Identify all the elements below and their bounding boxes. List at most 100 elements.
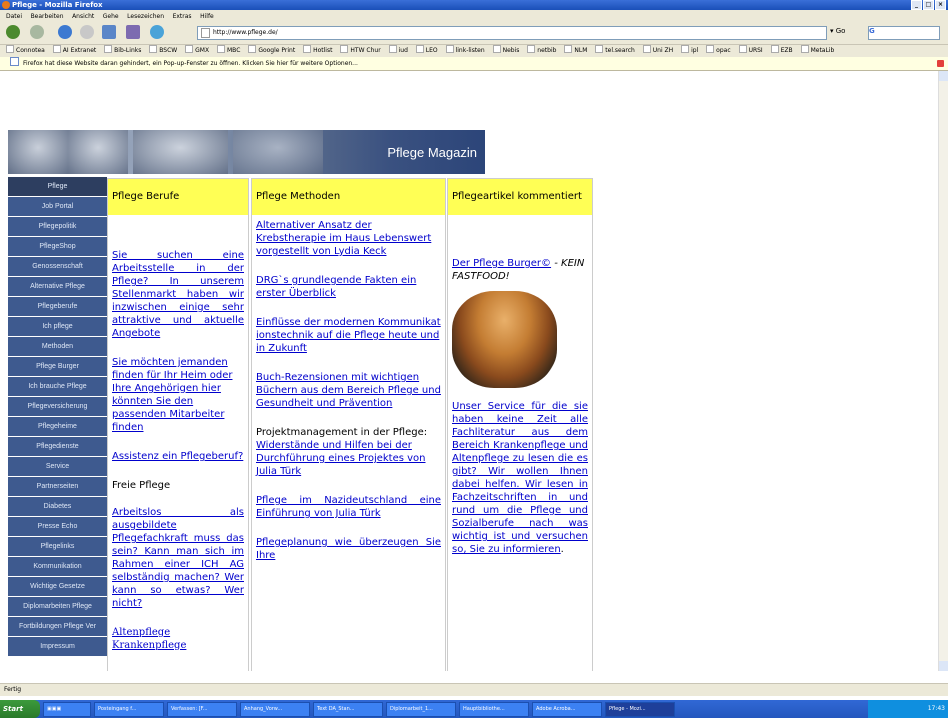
sidebar-item-alternative-pflege[interactable]: Alternative Pflege: [8, 277, 107, 296]
menu-hilfe[interactable]: Hilfe: [200, 13, 214, 20]
bookmark-item[interactable]: MBC: [217, 47, 240, 54]
sidebar-item-pflegeshop[interactable]: PflegeShop: [8, 237, 107, 256]
sidebar-item-pflegeversicherung[interactable]: Pflegeversicherung: [8, 397, 107, 416]
sidebar-item-methoden[interactable]: Methoden: [8, 337, 107, 356]
sidebar-item-pflege-burger[interactable]: Pflege Burger: [8, 357, 107, 376]
menu-datei[interactable]: Datei: [6, 13, 22, 20]
taskbar-item[interactable]: Posteingang f...: [94, 701, 164, 717]
sidebar-item-presse-echo[interactable]: Presse Echo: [8, 517, 107, 536]
service-link[interactable]: Unser Service für die sie haben keine Ze…: [452, 401, 588, 555]
taskbar-item[interactable]: Verfassen: [F...: [167, 701, 237, 717]
menu-gehe[interactable]: Gehe: [103, 13, 119, 20]
sidebar-item-ich-brauche-pflege[interactable]: Ich brauche Pflege: [8, 377, 107, 396]
sidebar-item-ich-pflege[interactable]: Ich pflege: [8, 317, 107, 336]
bookmark-item[interactable]: URSI: [739, 47, 763, 54]
bookmark-item[interactable]: Uni ZH: [643, 47, 673, 54]
krebstherapie-link[interactable]: Alternativer Ansatz der Krebstherapie im…: [256, 220, 431, 257]
bookmark-item[interactable]: iud: [389, 47, 408, 54]
sidebar-item-diplomarbeiten[interactable]: Diplomarbeiten Pflege: [8, 597, 107, 616]
menu-lesezeichen[interactable]: Lesezeichen: [127, 13, 164, 20]
bookmark-item[interactable]: Connotea: [6, 47, 45, 54]
sidebar-item-genossenschaft[interactable]: Genossenschaft: [8, 257, 107, 276]
start-button[interactable]: Start: [0, 700, 40, 718]
sidebar-item-pflegelinks[interactable]: Pflegelinks: [8, 537, 107, 556]
sidebar-item-fortbildungen[interactable]: Fortbildungen Pflege Ver: [8, 617, 107, 636]
taskbar-item[interactable]: Hauptbibliothe...: [459, 701, 529, 717]
close-popup-bar-icon[interactable]: [937, 60, 944, 67]
status-text: Fertig: [4, 686, 22, 693]
scroll-up-icon[interactable]: [939, 71, 948, 81]
bookmark-icon[interactable]: [126, 25, 140, 39]
bookmark-item[interactable]: BSCW: [149, 47, 177, 54]
bookmark-item[interactable]: Hotlist: [303, 47, 332, 54]
projektmanagement-link[interactable]: Widerstände und Hilfen bei der Durchführ…: [256, 440, 426, 477]
pflegeplanung-link[interactable]: Pflegeplanung wie überzeugen Sie Ihre: [256, 537, 441, 561]
home-icon[interactable]: [150, 25, 164, 39]
go-button[interactable]: ▾ Go: [830, 27, 845, 35]
clock: 17:43: [927, 705, 945, 712]
banner-photo: [133, 130, 228, 174]
vertical-scrollbar[interactable]: [938, 71, 948, 671]
back-icon[interactable]: [6, 25, 20, 39]
sidebar-item-pflegeheime[interactable]: Pflegeheime: [8, 417, 107, 436]
popup-blocked-bar[interactable]: Firefox hat diese Website daran gehinder…: [0, 57, 948, 71]
search-box[interactable]: G: [868, 26, 940, 40]
bookmark-item[interactable]: opac: [706, 47, 730, 54]
bookmark-item[interactable]: GMX: [185, 47, 209, 54]
scroll-down-icon[interactable]: [939, 661, 948, 671]
bookmark-item[interactable]: AI Extranet: [53, 47, 96, 54]
assistenz-link[interactable]: Assistenz ein Pflegeberuf?: [112, 451, 243, 462]
minimize-button[interactable]: _: [911, 0, 922, 10]
bookmark-item[interactable]: HTW Chur: [340, 47, 380, 54]
drg-link[interactable]: DRG`s grundlegende Fakten ein erster Übe…: [256, 275, 416, 299]
pflege-burger-link[interactable]: Der Pflege Burger©: [452, 258, 551, 269]
taskbar-item[interactable]: Anhang_Vorw...: [240, 701, 310, 717]
taskbar-item-active[interactable]: Pflege - Mozi...: [605, 701, 675, 717]
stellenmarkt-link[interactable]: Sie suchen eine Arbeitsstelle in der Pfl…: [112, 250, 244, 339]
buch-rezensionen-link[interactable]: Buch-Rezensionen mit wichtigen Büchern a…: [256, 372, 441, 409]
bookmark-item[interactable]: Bib-Links: [104, 47, 141, 54]
ich-ag-link[interactable]: Arbeitslos als ausgebildete Pflegefachkr…: [112, 507, 244, 609]
bookmark-item[interactable]: netbib: [527, 47, 556, 54]
maximize-button[interactable]: □: [923, 0, 934, 10]
bookmark-item[interactable]: link-listen: [446, 47, 485, 54]
bookmark-item[interactable]: Nebis: [493, 47, 520, 54]
sidebar-item-impressum[interactable]: Impressum: [8, 637, 107, 656]
menu-ansicht[interactable]: Ansicht: [72, 13, 94, 20]
stop-icon[interactable]: [80, 25, 94, 39]
bookmark-item[interactable]: LEO: [416, 47, 438, 54]
taskbar-item[interactable]: Adobe Acroba...: [532, 701, 602, 717]
sidebar-item-diabetes[interactable]: Diabetes: [8, 497, 107, 516]
bookmark-item[interactable]: EZB: [771, 47, 793, 54]
taskbar-item[interactable]: Text DA_Stan...: [313, 701, 383, 717]
sidebar-item-pflegeberufe[interactable]: Pflegeberufe: [8, 297, 107, 316]
bookmark-item[interactable]: tel.search: [595, 47, 635, 54]
bookmark-item[interactable]: ipl: [681, 47, 698, 54]
altenpflege-link[interactable]: Altenpflege Krankenpflege: [112, 627, 186, 651]
close-button[interactable]: ×: [935, 0, 946, 10]
bookmark-item[interactable]: NLM: [564, 47, 587, 54]
menu-extras[interactable]: Extras: [173, 13, 192, 20]
taskbar-item[interactable]: Diplomarbeit_1...: [386, 701, 456, 717]
url-bar[interactable]: http://www.pflege.de/: [197, 26, 827, 40]
sidebar-item-kommunikation[interactable]: Kommunikation: [8, 557, 107, 576]
tool-icon[interactable]: [102, 25, 116, 39]
popup-notice-text: Firefox hat diese Website daran gehinder…: [23, 60, 358, 67]
sidebar-item-wichtige-gesetze[interactable]: Wichtige Gesetze: [8, 577, 107, 596]
nazideutschland-link[interactable]: Pflege im Nazideutschland eine Einführun…: [256, 495, 441, 519]
bookmark-item[interactable]: Google Print: [248, 47, 295, 54]
reload-icon[interactable]: [58, 25, 72, 39]
quicklaunch-icons[interactable]: ▣▣▣: [43, 701, 91, 717]
menu-bearbeiten[interactable]: Bearbeiten: [31, 13, 64, 20]
sidebar-item-service[interactable]: Service: [8, 457, 107, 476]
sidebar-item-pflege[interactable]: Pflege: [8, 177, 107, 196]
kommunikationstechnik-link[interactable]: Einflüsse der modernen Kommunikationstec…: [256, 317, 441, 354]
sidebar-item-pflegepolitik[interactable]: Pflegepolitik: [8, 217, 107, 236]
bookmark-item[interactable]: MetaLib: [801, 47, 835, 54]
mitarbeiter-finden-link[interactable]: Sie möchten jemanden finden für Ihr Heim…: [112, 357, 232, 433]
burger-image[interactable]: [452, 291, 557, 388]
sidebar-item-pflegedienste[interactable]: Pflegedienste: [8, 437, 107, 456]
forward-icon[interactable]: [30, 25, 44, 39]
sidebar-item-job-portal[interactable]: Job Portal: [8, 197, 107, 216]
sidebar-item-partnerseiten[interactable]: Partnerseiten: [8, 477, 107, 496]
